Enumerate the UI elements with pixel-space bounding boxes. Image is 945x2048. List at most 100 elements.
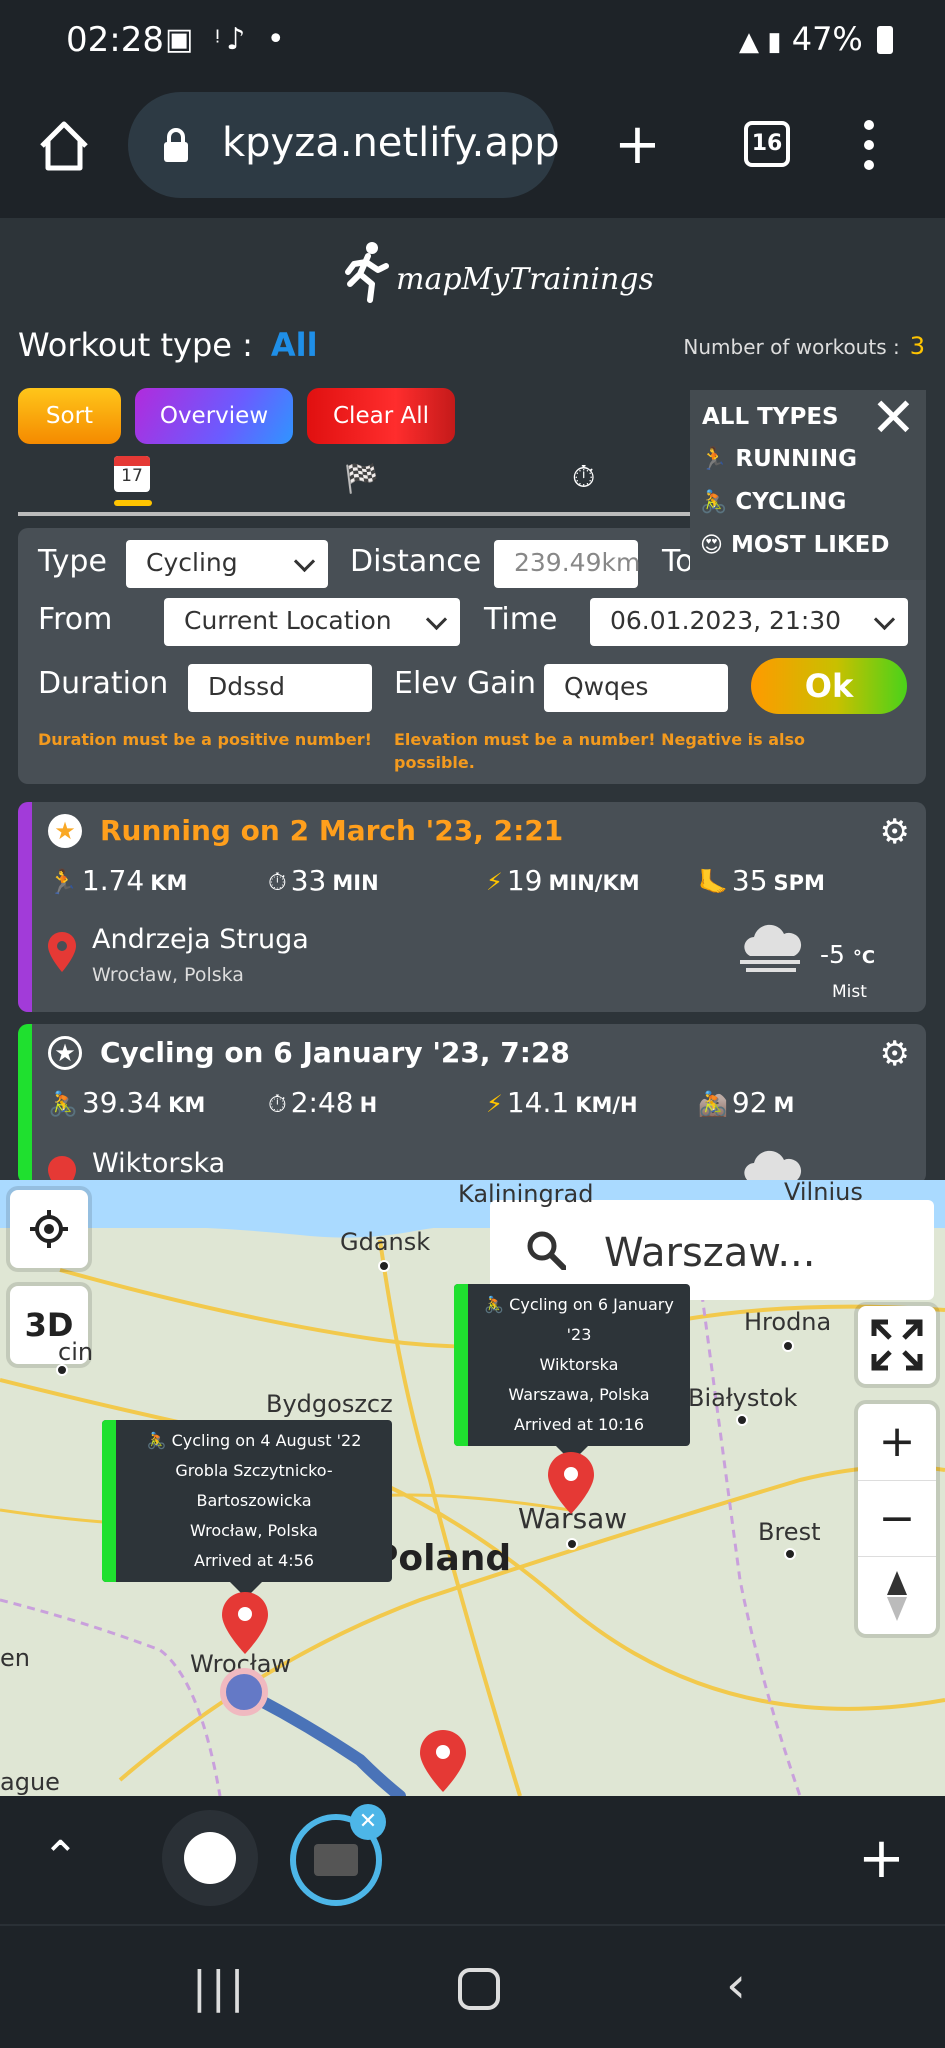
battery-icon: [877, 26, 893, 54]
elev-gain-input[interactable]: Qwqes: [544, 664, 728, 712]
card-stripe: [18, 1024, 32, 1180]
url-text: kpyza.netlify.app: [222, 120, 560, 166]
current-location-marker: [220, 1668, 268, 1716]
sort-button[interactable]: Sort: [18, 388, 121, 444]
distance-label: Distance: [350, 544, 482, 579]
popup-city: Warszawa, Polska: [508, 1385, 650, 1404]
clear-all-button[interactable]: Clear All: [307, 388, 455, 444]
notification-icons: ▣ ᵎ♪ •: [165, 22, 291, 57]
logo-text: mapMyTrainings: [396, 262, 654, 297]
home-nav-icon[interactable]: [458, 1968, 500, 2010]
tab-switcher-button[interactable]: 16: [744, 121, 790, 167]
workout-card[interactable]: ★ Cycling on 6 January '23, 7:28 ⚙ 🚴 39.3…: [18, 1024, 926, 1180]
popup-city: Wrocław, Polska: [190, 1521, 318, 1540]
map-label-hrodna: Hrodna: [744, 1308, 832, 1336]
app-panel: mapMyTrainings Workout type : All Number …: [0, 218, 945, 1180]
map-popup-warsaw[interactable]: 🚴 Cycling on 6 January '23 Wiktorska War…: [454, 1284, 690, 1462]
stopwatch-icon[interactable]: ⏱: [572, 460, 595, 495]
map-marker-icon[interactable]: [222, 1592, 268, 1654]
duration-input[interactable]: Ddssd: [188, 664, 372, 712]
popup-stripe: [454, 1284, 468, 1446]
map-view[interactable]: 3D Warszaw... + − Kaliningrad Vilnius Gd…: [0, 1180, 945, 1796]
chevron-up-icon[interactable]: ⌃: [42, 1832, 79, 1883]
more-menu-icon[interactable]: [862, 120, 876, 176]
star-outline-icon[interactable]: ★: [48, 1036, 82, 1070]
workout-type: Workout type : All: [18, 326, 318, 364]
circle-icon: [184, 1832, 236, 1884]
type-select[interactable]: Cycling: [126, 540, 328, 588]
workout-count-label: Number of workouts :: [683, 335, 900, 359]
distance-input[interactable]: 239.49km: [494, 540, 640, 588]
stat-duration: ⏱ 2:48 H: [268, 1086, 378, 1119]
status-bar: 02:28 ▣ ᵎ♪ • ▲ ▮ 47%: [0, 0, 945, 90]
dropdown-item-cycling[interactable]: 🚴 CYCLING: [700, 489, 846, 515]
from-select[interactable]: Current Location: [164, 598, 460, 646]
location-pin-icon: [48, 932, 76, 972]
map-label-bydgoszcz: Bydgoszcz: [266, 1390, 393, 1418]
home-icon[interactable]: [36, 118, 92, 174]
map-popup-wroclaw[interactable]: 🚴 Cycling on 4 August '22 Grobla Szczytn…: [102, 1420, 392, 1598]
address-bar[interactable]: kpyza.netlify.app: [128, 92, 560, 198]
close-tab-icon[interactable]: ✕: [350, 1804, 386, 1840]
workout-count: Number of workouts : 3: [683, 332, 925, 360]
heart-eyes-icon: 😍: [700, 533, 723, 558]
popup-arrival: Arrived at 4:56: [194, 1551, 314, 1570]
status-right: ▲ ▮ 47%: [739, 20, 893, 58]
map-label-bialystok: Białystok: [688, 1384, 798, 1412]
mist-cloud-icon: [740, 924, 802, 972]
map-label-brest: Brest: [758, 1518, 821, 1546]
gear-icon[interactable]: ⚙: [880, 1034, 910, 1074]
overview-button[interactable]: Overview: [135, 388, 293, 444]
city-dot: [56, 1364, 68, 1376]
star-filled-icon[interactable]: ★: [48, 814, 82, 848]
search-text: Warszaw...: [604, 1230, 816, 1276]
map-label-poland: Poland: [372, 1538, 512, 1579]
popup-arrival: Arrived at 10:16: [513, 1415, 645, 1434]
ok-button[interactable]: Ok: [751, 658, 907, 714]
gear-icon[interactable]: ⚙: [880, 812, 910, 852]
fullscreen-button[interactable]: [858, 1306, 936, 1384]
temperature: -5 °C: [820, 940, 876, 969]
dropdown-item-running[interactable]: 🏃 RUNNING: [700, 446, 857, 472]
status-time: 02:28: [66, 20, 164, 60]
lock-icon: [164, 128, 188, 162]
calendar-icon[interactable]: 17: [114, 456, 150, 492]
map-label-gdansk: Gdansk: [340, 1228, 431, 1256]
popup-street: Grobla Szczytnicko-Bartoszowicka: [175, 1461, 333, 1510]
zoom-out-button[interactable]: −: [858, 1480, 936, 1556]
elev-error-line1: Elevation must be a number! Negative is …: [394, 730, 805, 749]
time-label: Time: [484, 602, 558, 637]
locate-me-button[interactable]: [10, 1190, 88, 1268]
duration-label: Duration: [38, 666, 169, 701]
dropdown-title: ALL TYPES: [702, 404, 839, 430]
city-dot: [566, 1538, 578, 1550]
duration-error: Duration must be a positive number!: [38, 730, 372, 749]
card-stripe: [18, 802, 32, 1012]
stat-pace: ⚡ 19 MIN/KM: [486, 864, 640, 897]
map-marker-icon[interactable]: [548, 1452, 594, 1514]
back-nav-icon[interactable]: ‹: [726, 1956, 746, 2014]
close-icon[interactable]: ✕: [871, 390, 916, 446]
tab-thumbnail-icon: [314, 1844, 358, 1876]
workout-card[interactable]: ★ Running on 2 March '23, 2:21 ⚙ 🏃 1.74 KM…: [18, 802, 926, 1012]
recent-apps-icon[interactable]: |||: [192, 1962, 248, 2013]
checkered-flag-icon[interactable]: 🏁: [344, 462, 379, 495]
battery-percent: 47%: [791, 20, 863, 58]
map-marker-icon[interactable]: [420, 1730, 466, 1792]
new-tab-icon[interactable]: +: [614, 117, 661, 173]
workout-type-value[interactable]: All: [271, 326, 318, 364]
dropdown-item-most-liked[interactable]: 😍 MOST LIKED: [700, 532, 889, 558]
add-tab-icon[interactable]: +: [858, 1826, 905, 1891]
browser-toolbar: kpyza.netlify.app + 16: [0, 90, 945, 218]
stat-speed: ⚡ 14.1 KM/H: [486, 1086, 638, 1119]
compass-button[interactable]: [858, 1556, 936, 1634]
workout-type-label: Workout type :: [18, 326, 253, 364]
tab-bubble-button[interactable]: [162, 1810, 258, 1906]
zoom-controls: + −: [858, 1404, 936, 1634]
zoom-in-button[interactable]: +: [858, 1404, 936, 1480]
map-label-vilnius: Vilnius: [784, 1180, 863, 1206]
stat-distance: 🏃 1.74 KM: [48, 864, 188, 897]
running-icon: 🏃: [700, 447, 728, 472]
time-select[interactable]: 06.01.2023, 21:30: [590, 598, 908, 646]
fullscreen-icon: [871, 1319, 923, 1371]
